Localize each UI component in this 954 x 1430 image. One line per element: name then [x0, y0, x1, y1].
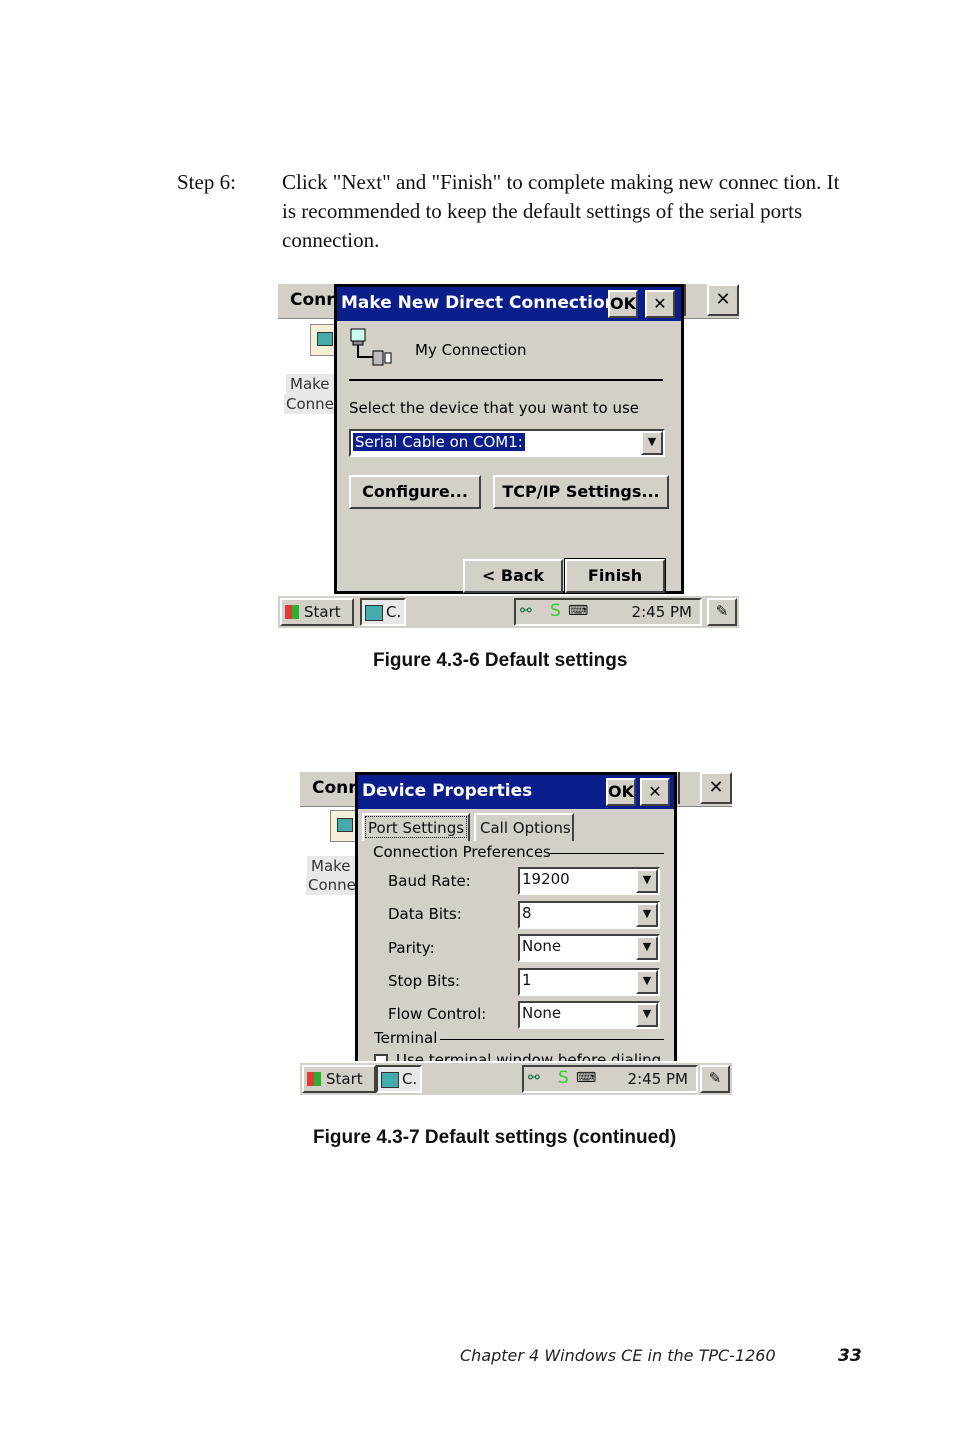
- windows-flag-icon: [285, 605, 299, 619]
- system-tray: ⚯ S ⌨ 2:45 PM: [514, 598, 702, 626]
- step-text: Click "Next" and "Finish" to complete ma…: [282, 170, 840, 252]
- data-bits-label: Data Bits:: [388, 905, 462, 923]
- step-label: Step 6:: [177, 170, 236, 194]
- close-button[interactable]: ✕: [645, 290, 675, 318]
- figure-1-caption: Figure 4.3-6 Default settings: [373, 650, 628, 671]
- connection-preferences-label: Connection Preferences: [373, 843, 551, 861]
- taskbar-task-button[interactable]: C.: [360, 598, 406, 626]
- background-window-title: Conr: [312, 778, 357, 798]
- taskbar-task-button[interactable]: C.: [376, 1065, 422, 1093]
- ok-button[interactable]: OK: [606, 778, 636, 806]
- chevron-down-icon[interactable]: ▼: [641, 431, 663, 455]
- start-label: Start: [304, 603, 341, 621]
- stop-bits-select[interactable]: 1 ▼: [518, 968, 660, 996]
- parity-label: Parity:: [388, 939, 435, 957]
- desktop-label-conne: Conne: [284, 394, 336, 414]
- background-window-title: Conr: [290, 290, 335, 310]
- dialog-titlebar: Device Properties OK ✕: [358, 775, 674, 809]
- back-button[interactable]: < Back: [463, 559, 563, 593]
- terminal-divider: [440, 1039, 664, 1040]
- flow-control-value: None: [522, 1004, 562, 1022]
- task-label: C.: [386, 603, 402, 621]
- chevron-down-icon[interactable]: ▼: [636, 936, 658, 960]
- baud-rate-label: Baud Rate:: [388, 872, 471, 890]
- device-prompt: Select the device that you want to use: [349, 399, 640, 417]
- start-label: Start: [326, 1070, 363, 1088]
- chapter-footer: Chapter 4 Windows CE in the TPC-1260: [460, 1346, 776, 1365]
- device-select[interactable]: Serial Cable on COM1: ▼: [349, 429, 665, 457]
- figure-2-caption: Figure 4.3-7 Default settings (continued…: [313, 1127, 677, 1148]
- network-icon: ⚯: [528, 1070, 540, 1086]
- connection-task-icon: [365, 605, 383, 621]
- connection-task-icon: [381, 1072, 399, 1088]
- baud-rate-value: 19200: [522, 870, 570, 888]
- chevron-down-icon[interactable]: ▼: [636, 970, 658, 994]
- connection-name: My Connection: [415, 341, 527, 359]
- chevron-down-icon[interactable]: ▼: [636, 1003, 658, 1027]
- finish-button[interactable]: Finish: [564, 558, 666, 594]
- divider: [349, 379, 663, 381]
- baud-rate-select[interactable]: 19200 ▼: [518, 867, 660, 895]
- figure-2-screenshot: Conr ✕ Make Conne Device Properties OK ✕…: [300, 772, 732, 1095]
- start-button[interactable]: Start: [280, 598, 354, 626]
- clock: 2:45 PM: [631, 603, 692, 621]
- terminal-label: Terminal: [374, 1029, 438, 1047]
- make-new-direct-connection-dialog: Make New Direct Connection OK ✕ My Conne…: [334, 284, 684, 594]
- figure-1-screenshot: Conr ✕ Make Conne Make New Direct Connec…: [278, 284, 739, 628]
- tcpip-settings-button[interactable]: TCP/IP Settings...: [493, 475, 669, 509]
- desktop-label-conne: Conne: [306, 875, 356, 895]
- windows-flag-icon: [307, 1072, 321, 1086]
- show-desktop-icon[interactable]: ✎: [707, 598, 737, 626]
- flow-control-select[interactable]: None ▼: [518, 1001, 660, 1029]
- background-close-button[interactable]: ✕: [707, 284, 739, 316]
- connection-icon: [350, 328, 392, 366]
- parity-value: None: [522, 937, 562, 955]
- tray-s-indicator: S: [550, 601, 561, 621]
- close-button[interactable]: ✕: [640, 778, 670, 806]
- desktop-label-make: Make: [307, 856, 357, 876]
- show-desktop-icon[interactable]: ✎: [700, 1065, 730, 1093]
- keyboard-icon: ⌨: [576, 1070, 597, 1086]
- flow-control-label: Flow Control:: [388, 1005, 487, 1023]
- tab-call-options[interactable]: Call Options: [474, 813, 574, 841]
- parity-select[interactable]: None ▼: [518, 934, 660, 962]
- tab-port-settings[interactable]: Port Settings: [362, 813, 470, 841]
- chevron-down-icon[interactable]: ▼: [636, 869, 658, 893]
- group-divider: [550, 853, 664, 854]
- keyboard-icon: ⌨: [568, 603, 589, 619]
- stop-bits-value: 1: [522, 971, 532, 989]
- clock: 2:45 PM: [627, 1070, 688, 1088]
- dialog-title: Device Properties: [362, 781, 533, 801]
- device-select-value: Serial Cable on COM1:: [352, 432, 526, 452]
- dialog-titlebar: Make New Direct Connection OK ✕: [337, 287, 681, 321]
- system-tray: ⚯ S ⌨ 2:45 PM: [522, 1065, 698, 1093]
- task-label: C.: [402, 1070, 418, 1088]
- taskbar: Start C. ⚯ S ⌨ 2:45 PM ✎: [300, 1061, 732, 1095]
- dialog-title: Make New Direct Connection: [341, 293, 617, 313]
- page-number: 33: [838, 1346, 862, 1366]
- data-bits-select[interactable]: 8 ▼: [518, 901, 660, 929]
- start-button[interactable]: Start: [302, 1065, 376, 1093]
- chevron-down-icon[interactable]: ▼: [636, 903, 658, 927]
- network-icon: ⚯: [520, 603, 532, 619]
- configure-button[interactable]: Configure...: [349, 475, 481, 509]
- stop-bits-label: Stop Bits:: [388, 972, 461, 990]
- data-bits-value: 8: [522, 904, 532, 922]
- tab-strip: Port Settings Call Options: [362, 813, 672, 841]
- taskbar: Start C. ⚯ S ⌨ 2:45 PM ✎: [278, 594, 739, 628]
- background-close-button[interactable]: ✕: [700, 772, 732, 804]
- device-properties-dialog: Device Properties OK ✕ Port Settings Cal…: [355, 772, 677, 1072]
- ok-button[interactable]: OK: [608, 290, 638, 318]
- desktop-label-make: Make: [286, 374, 338, 394]
- tray-s-indicator: S: [558, 1068, 569, 1088]
